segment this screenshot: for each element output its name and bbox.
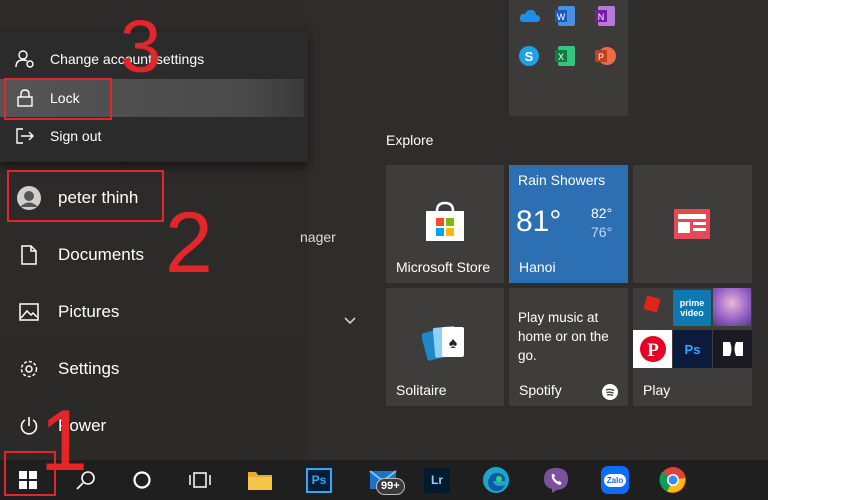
- desktop-background: [768, 0, 850, 500]
- spotify-promo-text: Play music at home or on the go.: [518, 310, 609, 363]
- sign-out-label: Sign out: [50, 128, 102, 144]
- weather-tile[interactable]: Rain Showers 81° 82° 76° Hanoi: [509, 165, 628, 283]
- pictures-icon: [0, 303, 58, 321]
- task-view-button[interactable]: [178, 460, 222, 500]
- svg-text:♠: ♠: [449, 335, 458, 352]
- mail-taskbar-button[interactable]: 99+: [362, 460, 406, 500]
- svg-text:X: X: [558, 52, 564, 62]
- zalo-taskbar-button[interactable]: Zalo: [593, 460, 637, 500]
- chrome-taskbar-button[interactable]: [651, 460, 695, 500]
- svg-text:P: P: [647, 340, 659, 361]
- office-tile-group[interactable]: W N S X P: [509, 0, 628, 116]
- weather-low: 76°: [591, 224, 613, 240]
- play-tile-label: Play: [643, 382, 671, 398]
- svg-text:S: S: [525, 49, 534, 64]
- app-list-partial-text: nager: [300, 229, 336, 245]
- news-tile[interactable]: [633, 165, 752, 283]
- nav-settings[interactable]: Settings: [0, 346, 300, 392]
- sign-out-icon: [0, 128, 50, 144]
- dolby-icon: [713, 330, 752, 368]
- spotify-tile-label: Spotify: [519, 382, 562, 398]
- photoshop-icon: Ps: [306, 467, 332, 493]
- svg-text:P: P: [598, 52, 604, 62]
- lightroom-icon: Lr: [424, 467, 450, 493]
- edge-taskbar-button[interactable]: [474, 460, 518, 500]
- lightroom-taskbar-button[interactable]: Lr: [415, 460, 459, 500]
- cortana-button[interactable]: [120, 460, 164, 500]
- weather-city: Hanoi: [519, 259, 556, 275]
- roblox-icon: [643, 295, 661, 313]
- viber-icon: [544, 468, 568, 493]
- task-view-icon: [189, 472, 211, 488]
- word-icon: W: [555, 6, 575, 26]
- photoshop-express-icon: Ps: [673, 330, 712, 368]
- powerpoint-icon: P: [595, 47, 616, 65]
- solitaire-tile-label: Solitaire: [396, 382, 447, 398]
- nav-pictures-label: Pictures: [58, 302, 120, 321]
- photoshop-taskbar-button[interactable]: Ps: [297, 460, 341, 500]
- onedrive-icon: [519, 9, 540, 22]
- spotify-tile[interactable]: Play music at home or on the go. Spotify: [509, 288, 628, 406]
- microsoft-store-tile[interactable]: Microsoft Store: [386, 165, 504, 283]
- excel-icon: X: [555, 46, 575, 66]
- svg-text:W: W: [557, 12, 566, 22]
- highlight-lock: [4, 78, 112, 120]
- weather-temp: 81°: [516, 205, 562, 238]
- spotify-icon: [602, 384, 618, 400]
- document-icon: [0, 245, 58, 265]
- nav-settings-label: Settings: [58, 359, 120, 378]
- prime-video-icon: prime video: [673, 290, 711, 326]
- viber-taskbar-button[interactable]: [534, 460, 578, 500]
- weather-condition: Rain Showers: [518, 172, 606, 188]
- person-settings-icon: [0, 50, 50, 68]
- step-number-3: 3: [120, 5, 162, 88]
- game-avatar-icon: [713, 288, 751, 326]
- store-bag-icon: [426, 201, 464, 241]
- file-explorer-button[interactable]: [238, 460, 282, 500]
- pinterest-icon: P: [633, 330, 672, 368]
- weather-high: 82°: [591, 205, 613, 221]
- folder-icon: [248, 472, 272, 490]
- cortana-icon: [133, 471, 151, 489]
- skype-icon: S: [519, 46, 539, 66]
- store-tile-label: Microsoft Store: [396, 259, 491, 275]
- zalo-icon: Zalo: [601, 466, 629, 494]
- gear-icon: [0, 359, 58, 379]
- chrome-icon: [659, 467, 686, 493]
- nav-documents-label: Documents: [58, 245, 144, 264]
- edge-icon: [483, 467, 509, 493]
- news-icon: [674, 209, 710, 239]
- solitaire-cards-icon: ♠: [422, 326, 464, 361]
- nav-documents[interactable]: Documents: [0, 232, 300, 278]
- zalo-label: Zalo: [603, 473, 627, 487]
- sign-out-item[interactable]: Sign out: [0, 117, 308, 155]
- step-number-1: 1: [40, 393, 88, 489]
- explore-group-title: Explore: [386, 132, 434, 148]
- chevron-down-icon[interactable]: [343, 316, 357, 326]
- highlight-user-account: [7, 170, 164, 222]
- mail-badge: 99+: [376, 478, 405, 495]
- nav-pictures[interactable]: Pictures: [0, 289, 300, 335]
- step-number-2: 2: [165, 195, 213, 291]
- solitaire-tile[interactable]: ♠ Solitaire: [386, 288, 504, 406]
- play-tile[interactable]: prime video P Ps Play: [633, 288, 752, 406]
- onenote-icon: N: [595, 6, 615, 26]
- taskbar: Ps 99+ Lr Zalo: [0, 460, 768, 500]
- svg-text:N: N: [598, 12, 605, 22]
